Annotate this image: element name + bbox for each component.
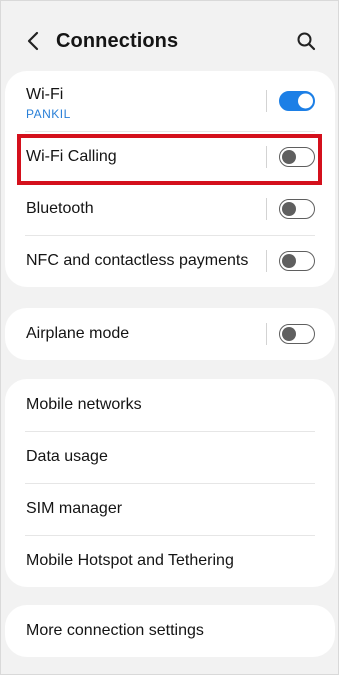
nfc-toggle[interactable] <box>279 251 315 271</box>
nfc-label: NFC and contactless payments <box>26 252 249 269</box>
more-settings-card: More connection settings <box>5 605 335 657</box>
page-title: Connections <box>56 30 179 52</box>
bluetooth-label: Bluetooth <box>26 200 94 217</box>
row-divider <box>266 250 267 272</box>
app-header: Connections <box>1 1 339 79</box>
data-usage-row[interactable]: Data usage <box>5 431 335 483</box>
toggle-knob <box>297 93 313 109</box>
airplane-card: Airplane mode <box>5 308 335 360</box>
connections-card-primary: Wi-Fi PANKIL Wi-Fi Calling Bluetooth NFC… <box>5 71 335 287</box>
toggle-knob <box>282 254 296 268</box>
row-divider <box>266 323 267 345</box>
nfc-row[interactable]: NFC and contactless payments <box>5 235 335 287</box>
airplane-mode-row[interactable]: Airplane mode <box>5 308 335 360</box>
toggle-knob <box>282 150 296 164</box>
hotspot-row[interactable]: Mobile Hotspot and Tethering <box>5 535 335 587</box>
wifi-calling-label: Wi-Fi Calling <box>26 148 117 165</box>
more-connection-settings-label: More connection settings <box>26 622 204 639</box>
row-divider <box>266 146 267 168</box>
network-settings-card: Mobile networks Data usage SIM manager M… <box>5 379 335 587</box>
wifi-row[interactable]: Wi-Fi PANKIL <box>5 71 335 131</box>
more-connection-settings-row[interactable]: More connection settings <box>5 605 335 657</box>
wifi-network-name: PANKIL <box>26 107 71 121</box>
row-divider <box>266 90 267 112</box>
mobile-networks-label: Mobile networks <box>26 396 142 413</box>
sim-manager-row[interactable]: SIM manager <box>5 483 335 535</box>
row-divider <box>266 198 267 220</box>
data-usage-label: Data usage <box>26 448 108 465</box>
sim-manager-label: SIM manager <box>26 500 123 517</box>
toggle-knob <box>282 327 296 341</box>
wifi-calling-toggle[interactable] <box>279 147 315 167</box>
wifi-calling-row[interactable]: Wi-Fi Calling <box>5 131 335 183</box>
mobile-networks-row[interactable]: Mobile networks <box>5 379 335 431</box>
wifi-toggle[interactable] <box>279 91 315 111</box>
bluetooth-toggle[interactable] <box>279 199 315 219</box>
airplane-mode-label: Airplane mode <box>26 325 130 342</box>
wifi-label: Wi-Fi <box>26 86 64 103</box>
chevron-left-icon <box>27 31 39 51</box>
bluetooth-row[interactable]: Bluetooth <box>5 183 335 235</box>
airplane-mode-toggle[interactable] <box>279 324 315 344</box>
search-icon <box>297 32 316 51</box>
back-button[interactable] <box>19 27 47 55</box>
hotspot-label: Mobile Hotspot and Tethering <box>26 552 234 569</box>
toggle-knob <box>282 202 296 216</box>
search-button[interactable] <box>292 27 320 55</box>
